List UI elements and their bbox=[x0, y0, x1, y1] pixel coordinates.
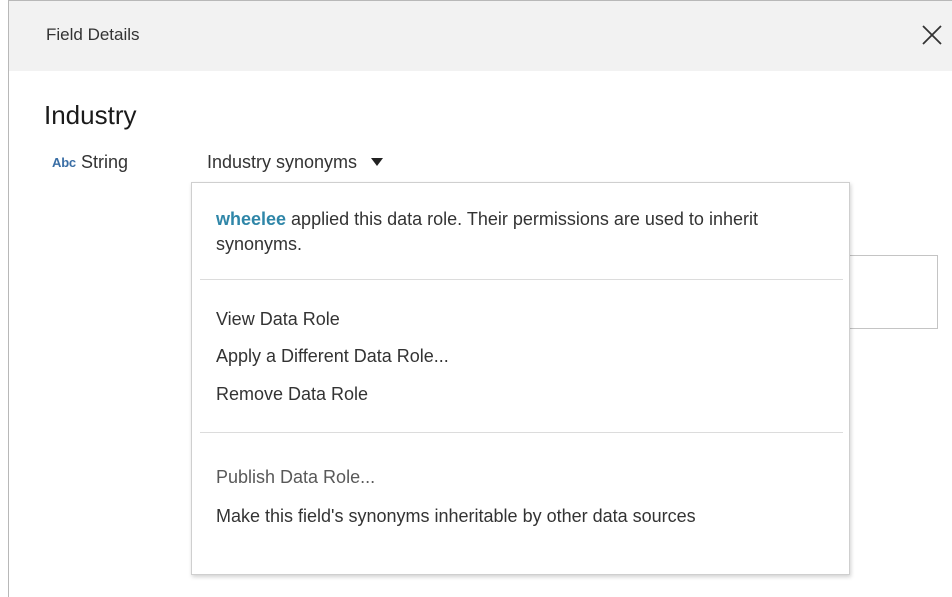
menu-item-make-synonyms-inheritable[interactable]: Make this field's synonyms inheritable b… bbox=[216, 504, 806, 529]
caret-down-icon bbox=[371, 158, 384, 166]
data-role-menu: wheelee applied this data role. Their pe… bbox=[191, 182, 850, 575]
field-type-label: String bbox=[80, 151, 128, 172]
close-icon[interactable] bbox=[919, 22, 945, 48]
background-panel bbox=[849, 255, 938, 329]
menu-divider bbox=[200, 279, 843, 280]
dialog-title: Field Details bbox=[46, 25, 140, 44]
menu-info-text: wheelee applied this data role. Their pe… bbox=[216, 207, 806, 257]
menu-item-publish-data-role[interactable]: Publish Data Role... bbox=[216, 465, 375, 490]
dialog-header: Field Details bbox=[9, 1, 952, 71]
string-type-icon: Abc bbox=[52, 154, 76, 170]
menu-item-apply-different-data-role[interactable]: Apply a Different Data Role... bbox=[216, 344, 449, 369]
menu-item-remove-data-role[interactable]: Remove Data Role bbox=[216, 382, 368, 407]
menu-divider bbox=[200, 432, 843, 433]
info-message: applied this data role. Their permission… bbox=[216, 209, 758, 254]
data-role-label: Industry synonyms bbox=[207, 151, 358, 172]
user-link[interactable]: wheelee bbox=[216, 209, 286, 229]
field-type: Abc String bbox=[52, 150, 128, 174]
field-name-heading: Industry bbox=[44, 100, 137, 130]
data-role-dropdown[interactable]: Industry synonyms bbox=[207, 150, 384, 174]
menu-item-view-data-role[interactable]: View Data Role bbox=[216, 307, 340, 332]
